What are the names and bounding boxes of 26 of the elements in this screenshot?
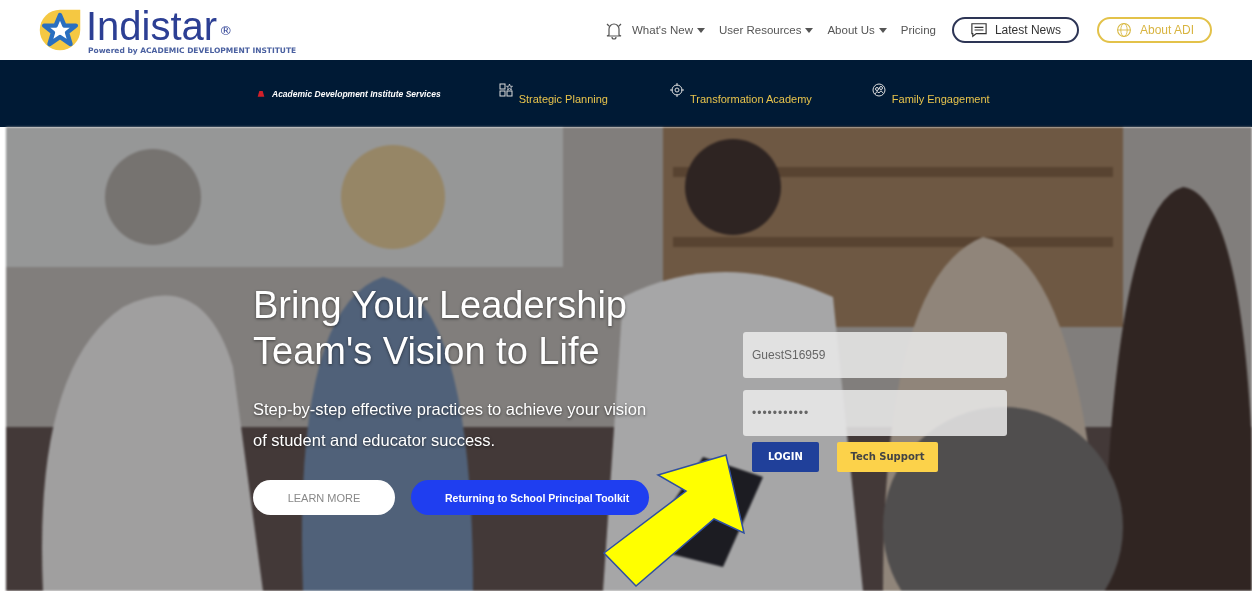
nav-link[interactable]: About Us — [827, 24, 887, 36]
login-button[interactable]: LOGIN — [752, 442, 819, 472]
grid-icon — [498, 82, 513, 97]
service-link[interactable]: Family Engagement — [871, 82, 990, 105]
service-link[interactable]: Strategic Planning — [498, 82, 608, 105]
tech-support-button[interactable]: Tech Support — [837, 442, 938, 472]
star-logo-icon — [38, 8, 82, 52]
registered-mark: ® — [219, 23, 233, 38]
service-link[interactable]: Transformation Academy — [669, 82, 812, 105]
chat-icon — [969, 22, 988, 38]
hero-heading: Bring Your Leadership — [253, 283, 628, 328]
nav-link[interactable]: What's New — [604, 20, 705, 40]
hero-subtitle: Step-by-step effective practices to achieve your vision of student and educator success. — [253, 399, 648, 451]
nav-link[interactable]: User Resources — [719, 24, 814, 36]
globe-icon — [1114, 22, 1133, 38]
toolkit-button[interactable]: Returning to School Principal Toolkit — [411, 480, 650, 515]
hero-heading: Team's Vision to Life — [253, 329, 601, 374]
password-field[interactable]: ••••••••••• — [743, 390, 1007, 436]
people-icon — [871, 82, 886, 97]
logo-wordmark: Indistar — [86, 5, 218, 46]
latest-news-button[interactable]: Latest News — [951, 17, 1079, 43]
nav-link[interactable]: Pricing — [900, 24, 936, 36]
target-icon — [669, 82, 684, 97]
username-field[interactable]: GuestS16959 — [743, 332, 1007, 378]
learn-more-button[interactable]: LEARN MORE — [253, 480, 395, 515]
service-link[interactable]: Academic Development Institute Services — [256, 88, 441, 99]
